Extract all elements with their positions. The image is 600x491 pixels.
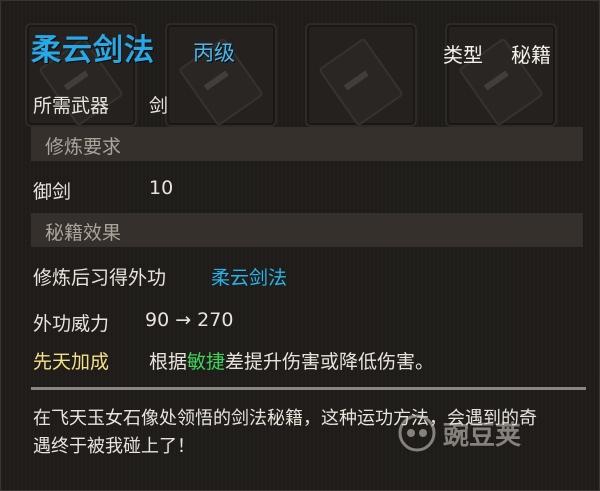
learned-skill-link[interactable]: 柔云剑法 [211,263,287,290]
requirement-row: 御剑 10 [33,177,173,204]
innate-row: 先天加成 根据敏捷差提升伤害或降低伤害。 [33,347,434,374]
weapon-value: 剑 [149,95,169,117]
innate-label: 先天加成 [33,351,110,373]
power-row: 外功威力 90 → 270 [33,309,233,336]
item-grade: 丙级 [193,41,235,65]
section-training-label: 修炼要求 [45,136,122,158]
innate-stat: 敏捷 [187,351,226,373]
weapon-label: 所需武器 [33,95,110,117]
item-tooltip-panel: 柔云剑法 丙级 类型 秘籍 所需武器 剑 修炼要求 御剑 10 秘籍效果 修炼后… [0,0,600,491]
inventory-slot [305,23,417,127]
section-training-header: 修炼要求 [31,127,583,161]
item-type-label: 类型 [443,43,483,67]
divider [31,387,586,390]
innate-text-post: 差提升伤害或降低伤害。 [225,351,435,373]
power-value: 90 → 270 [145,309,234,331]
requirement-value: 10 [149,177,174,199]
section-effects-header: 秘籍效果 [31,213,583,247]
requirement-label: 御剑 [33,181,72,203]
section-effects-label: 秘籍效果 [45,222,122,244]
watermark: 豌豆荚 [397,413,521,453]
book-icon [317,37,405,127]
innate-text: 根据敏捷差提升伤害或降低伤害。 [149,347,434,374]
pea-logo-icon [398,414,436,452]
item-title: 柔云剑法 [31,33,155,68]
item-type-value: 秘籍 [511,43,551,67]
weapon-row: 所需武器 剑 [33,91,168,118]
innate-text-pre: 根据 [149,351,188,373]
learn-label: 修炼后习得外功 [33,267,167,289]
learn-row: 修炼后习得外功 柔云剑法 [33,263,287,290]
power-label: 外功威力 [33,313,110,335]
watermark-text: 豌豆荚 [443,420,522,451]
